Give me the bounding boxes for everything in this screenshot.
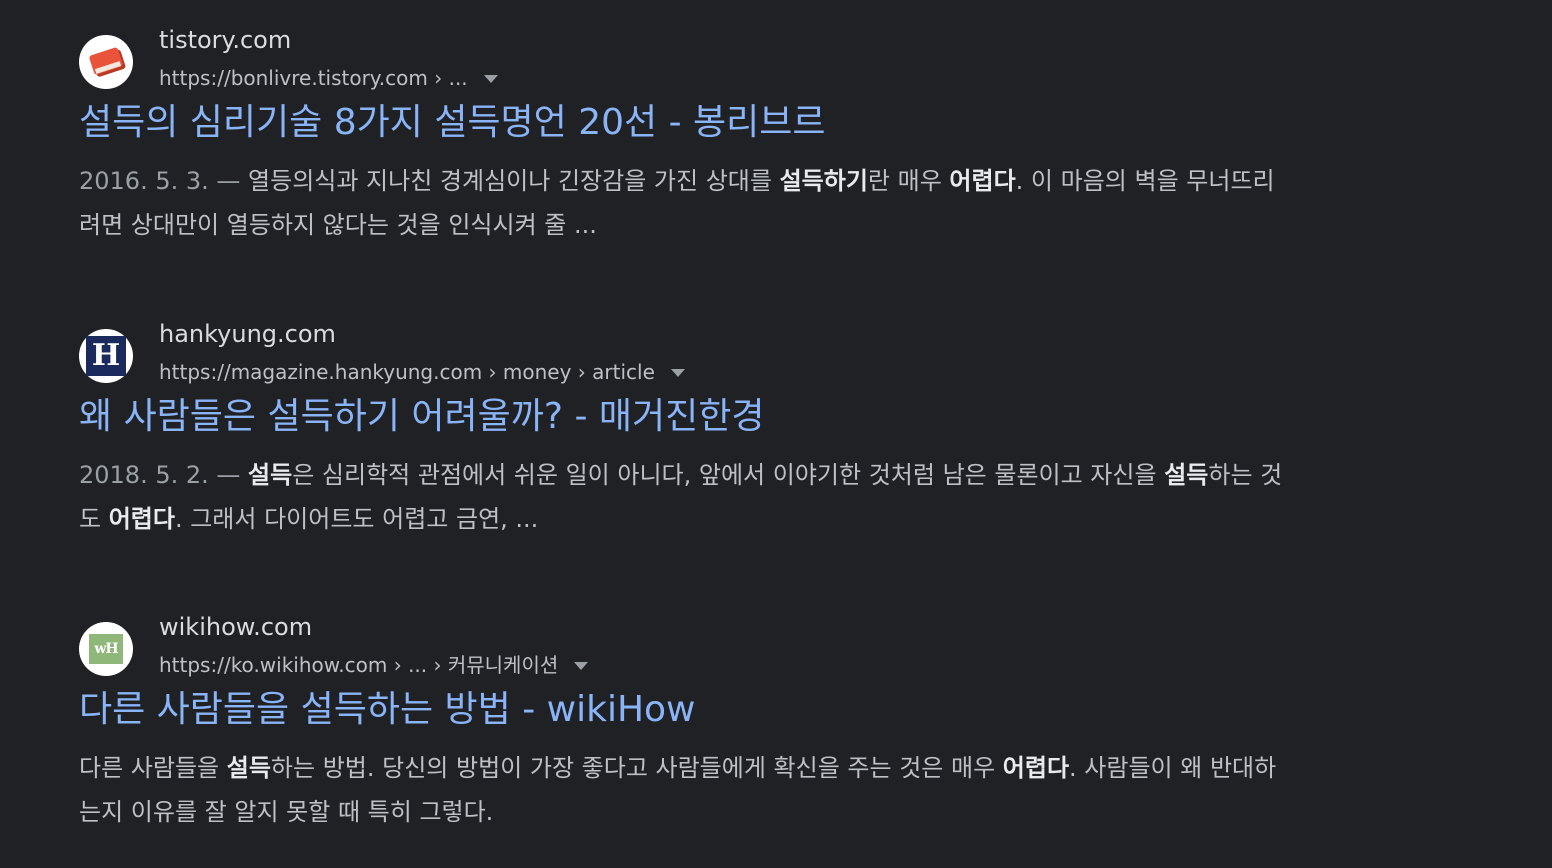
favicon-letter: wH [89,634,123,664]
search-results: tistory.com https://bonlivre.tistory.com… [0,0,1552,868]
snippet-highlight: 설득 [226,754,271,782]
result-source[interactable]: wH wikihow.com https://ko.wikihow.com › … [79,612,1289,677]
search-result: H hankyung.com https://magazine.hankyung… [79,319,1289,533]
result-snippet: 다른 사람들을 설득하는 방법. 당신의 방법이 가장 좋다고 사람들에게 확신… [79,746,1289,834]
result-title-link[interactable]: 왜 사람들은 설득하기 어려울까? - 매거진한경 [79,395,764,439]
snippet-highlight: 설득 [248,461,293,489]
search-result: wH wikihow.com https://ko.wikihow.com › … [79,612,1289,826]
h-logo-icon[interactable]: H [79,329,133,383]
snippet-text: 란 매우 [867,167,950,195]
result-snippet: 2018. 5. 2. — 설득은 심리학적 관점에서 쉬운 일이 아니다, 앞… [79,453,1289,541]
chevron-down-icon[interactable] [574,662,589,670]
snippet-text: . 그래서 다이어트도 어렵고 금연, ... [174,505,539,533]
snippet-highlight: 어렵다 [1002,754,1070,782]
result-date: 2018. 5. 2. — [79,461,249,489]
snippet-highlight: 설득하기 [779,167,868,195]
snippet-text: 열등의식과 지나친 경계심이나 긴장감을 가진 상대를 [248,167,780,195]
url-text[interactable]: https://bonlivre.tistory.com › ... [159,65,468,91]
result-source[interactable]: tistory.com https://bonlivre.tistory.com… [79,25,1289,90]
snippet-highlight: 어렵다 [108,505,175,533]
site-name[interactable]: hankyung.com [159,319,336,349]
book-icon[interactable] [79,35,133,89]
wikihow-icon[interactable]: wH [79,622,133,676]
site-url[interactable]: https://ko.wikihow.com › ... › 커뮤니케이션 [159,652,589,678]
result-title-link[interactable]: 다른 사람들을 설득하는 방법 - wikiHow [79,688,695,732]
result-date: 2016. 5. 3. — [79,167,249,195]
snippet-highlight: 어렵다 [949,167,1016,195]
chevron-down-icon[interactable] [483,75,498,83]
result-source[interactable]: H hankyung.com https://magazine.hankyung… [79,319,1289,384]
snippet-text: 은 심리학적 관점에서 쉬운 일이 아니다, 앞에서 이야기한 것처럼 남은 물… [292,461,1165,489]
snippet-highlight: 설득 [1164,461,1209,489]
site-name[interactable]: wikihow.com [159,612,312,642]
site-url[interactable]: https://bonlivre.tistory.com › ... [159,65,498,91]
url-text[interactable]: https://magazine.hankyung.com › money › … [159,359,655,385]
favicon-letter: H [86,336,126,376]
snippet-text: 다른 사람들을 [79,754,227,782]
chevron-down-icon[interactable] [670,369,685,377]
search-result: tistory.com https://bonlivre.tistory.com… [79,25,1289,239]
site-name[interactable]: tistory.com [159,25,291,55]
snippet-text: 하는 방법. 당신의 방법이 가장 좋다고 사람들에게 확신을 주는 것은 매우 [270,754,1003,782]
site-url[interactable]: https://magazine.hankyung.com › money › … [159,359,685,385]
result-title-link[interactable]: 설득의 심리기술 8가지 설득명언 20선 - 봉리브르 [79,101,826,145]
result-snippet: 2016. 5. 3. — 열등의식과 지나친 경계심이나 긴장감을 가진 상대… [79,159,1289,247]
url-text[interactable]: https://ko.wikihow.com › ... › 커뮤니케이션 [159,652,558,678]
